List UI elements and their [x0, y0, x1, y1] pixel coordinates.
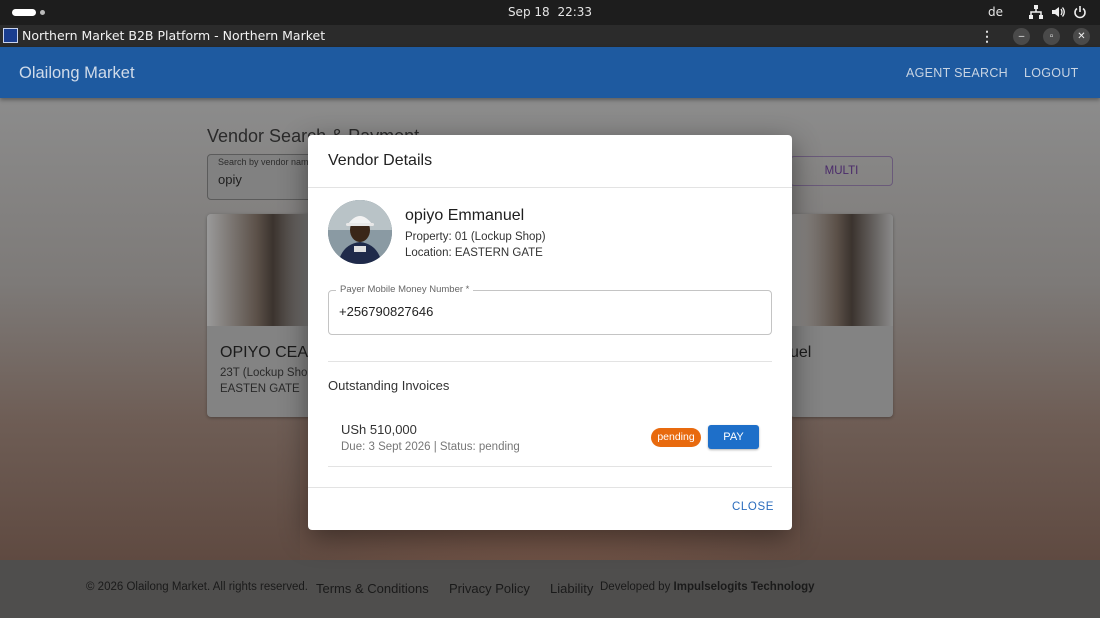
footer-link-liability[interactable]: Liability [550, 581, 593, 596]
developer-credit: Developed by Impulselogits Technology [600, 581, 815, 593]
payer-phone-label: Payer Mobile Money Number * [336, 284, 474, 295]
vendor-property: Property: 01 (Lockup Shop) [405, 231, 546, 243]
clock-date: Sep 18 [507, 5, 550, 19]
invoices-heading: Outstanding Invoices [328, 378, 450, 393]
vendor-avatar [328, 200, 392, 264]
actions-divider [308, 487, 792, 488]
footer: © 2026 Olailong Market. All rights reser… [0, 560, 1100, 618]
vendor-photo [207, 214, 317, 326]
app-icon [3, 28, 18, 43]
vendor-card[interactable]: OPIYO CEA 23T (Lockup Shop EASTEN GATE [207, 214, 317, 417]
developer-prefix: Developed by [600, 581, 671, 593]
brand-title[interactable]: Olailong Market [19, 64, 135, 83]
vendor-card[interactable]: uel [790, 214, 893, 417]
search-label: Search by vendor name [218, 157, 314, 167]
card-vendor-name: uel [790, 344, 812, 361]
footer-link-terms[interactable]: Terms & Conditions [316, 581, 429, 596]
card-location: EASTEN GATE [220, 383, 300, 395]
os-top-bar: Sep 18 22:33 de [0, 0, 1100, 25]
power-icon[interactable] [1072, 4, 1088, 20]
close-button[interactable]: CLOSE [732, 501, 774, 513]
vendor-photo [790, 214, 893, 326]
window-menu-icon[interactable]: ⋮ [980, 27, 994, 45]
volume-icon[interactable] [1050, 4, 1066, 20]
nav-agent-search[interactable]: AGENT SEARCH [906, 66, 1008, 80]
developer-name[interactable]: Impulselogits Technology [674, 581, 815, 593]
clock[interactable]: Sep 18 22:33 [0, 5, 1100, 19]
section-divider [328, 361, 772, 362]
maximize-icon[interactable]: ▫ [1043, 28, 1060, 45]
invoice-details: Due: 3 Sept 2026 | Status: pending [341, 441, 520, 453]
window-title-bar: Northern Market B2B Platform - Northern … [0, 25, 1100, 47]
vendor-search-field[interactable]: Search by vendor name opiy [207, 154, 317, 200]
dialog-title: Vendor Details [328, 152, 433, 169]
payer-phone-input[interactable] [339, 304, 759, 319]
network-icon[interactable] [1028, 4, 1044, 20]
close-window-icon[interactable]: ✕ [1073, 28, 1090, 45]
search-input[interactable]: opiy [218, 172, 242, 187]
payer-phone-field[interactable]: Payer Mobile Money Number * [328, 284, 772, 335]
multi-button[interactable]: MULTI [790, 156, 893, 186]
status-badge: pending [651, 428, 701, 447]
window-title: Northern Market B2B Platform - Northern … [22, 28, 326, 43]
title-divider [308, 187, 792, 188]
keyboard-layout-indicator[interactable]: de [988, 5, 1003, 19]
clock-time: 22:33 [557, 5, 593, 19]
app-header: Olailong Market AGENT SEARCH LOGOUT [0, 47, 1100, 98]
pay-button[interactable]: PAY [708, 425, 759, 449]
minimize-icon[interactable]: – [1013, 28, 1030, 45]
vendor-details-dialog: Vendor Details opiyo Emmanuel Property: … [308, 135, 792, 530]
copyright-text: © 2026 Olailong Market. All rights reser… [86, 581, 308, 593]
card-property: 23T (Lockup Shop [220, 367, 314, 379]
nav-logout[interactable]: LOGOUT [1024, 66, 1079, 80]
vendor-name: opiyo Emmanuel [405, 207, 525, 224]
card-vendor-name: OPIYO CEA [220, 344, 309, 361]
vendor-location: Location: EASTERN GATE [405, 247, 543, 259]
invoice-divider [328, 466, 772, 467]
invoice-amount: USh 510,000 [341, 422, 417, 437]
footer-link-privacy[interactable]: Privacy Policy [449, 581, 530, 596]
